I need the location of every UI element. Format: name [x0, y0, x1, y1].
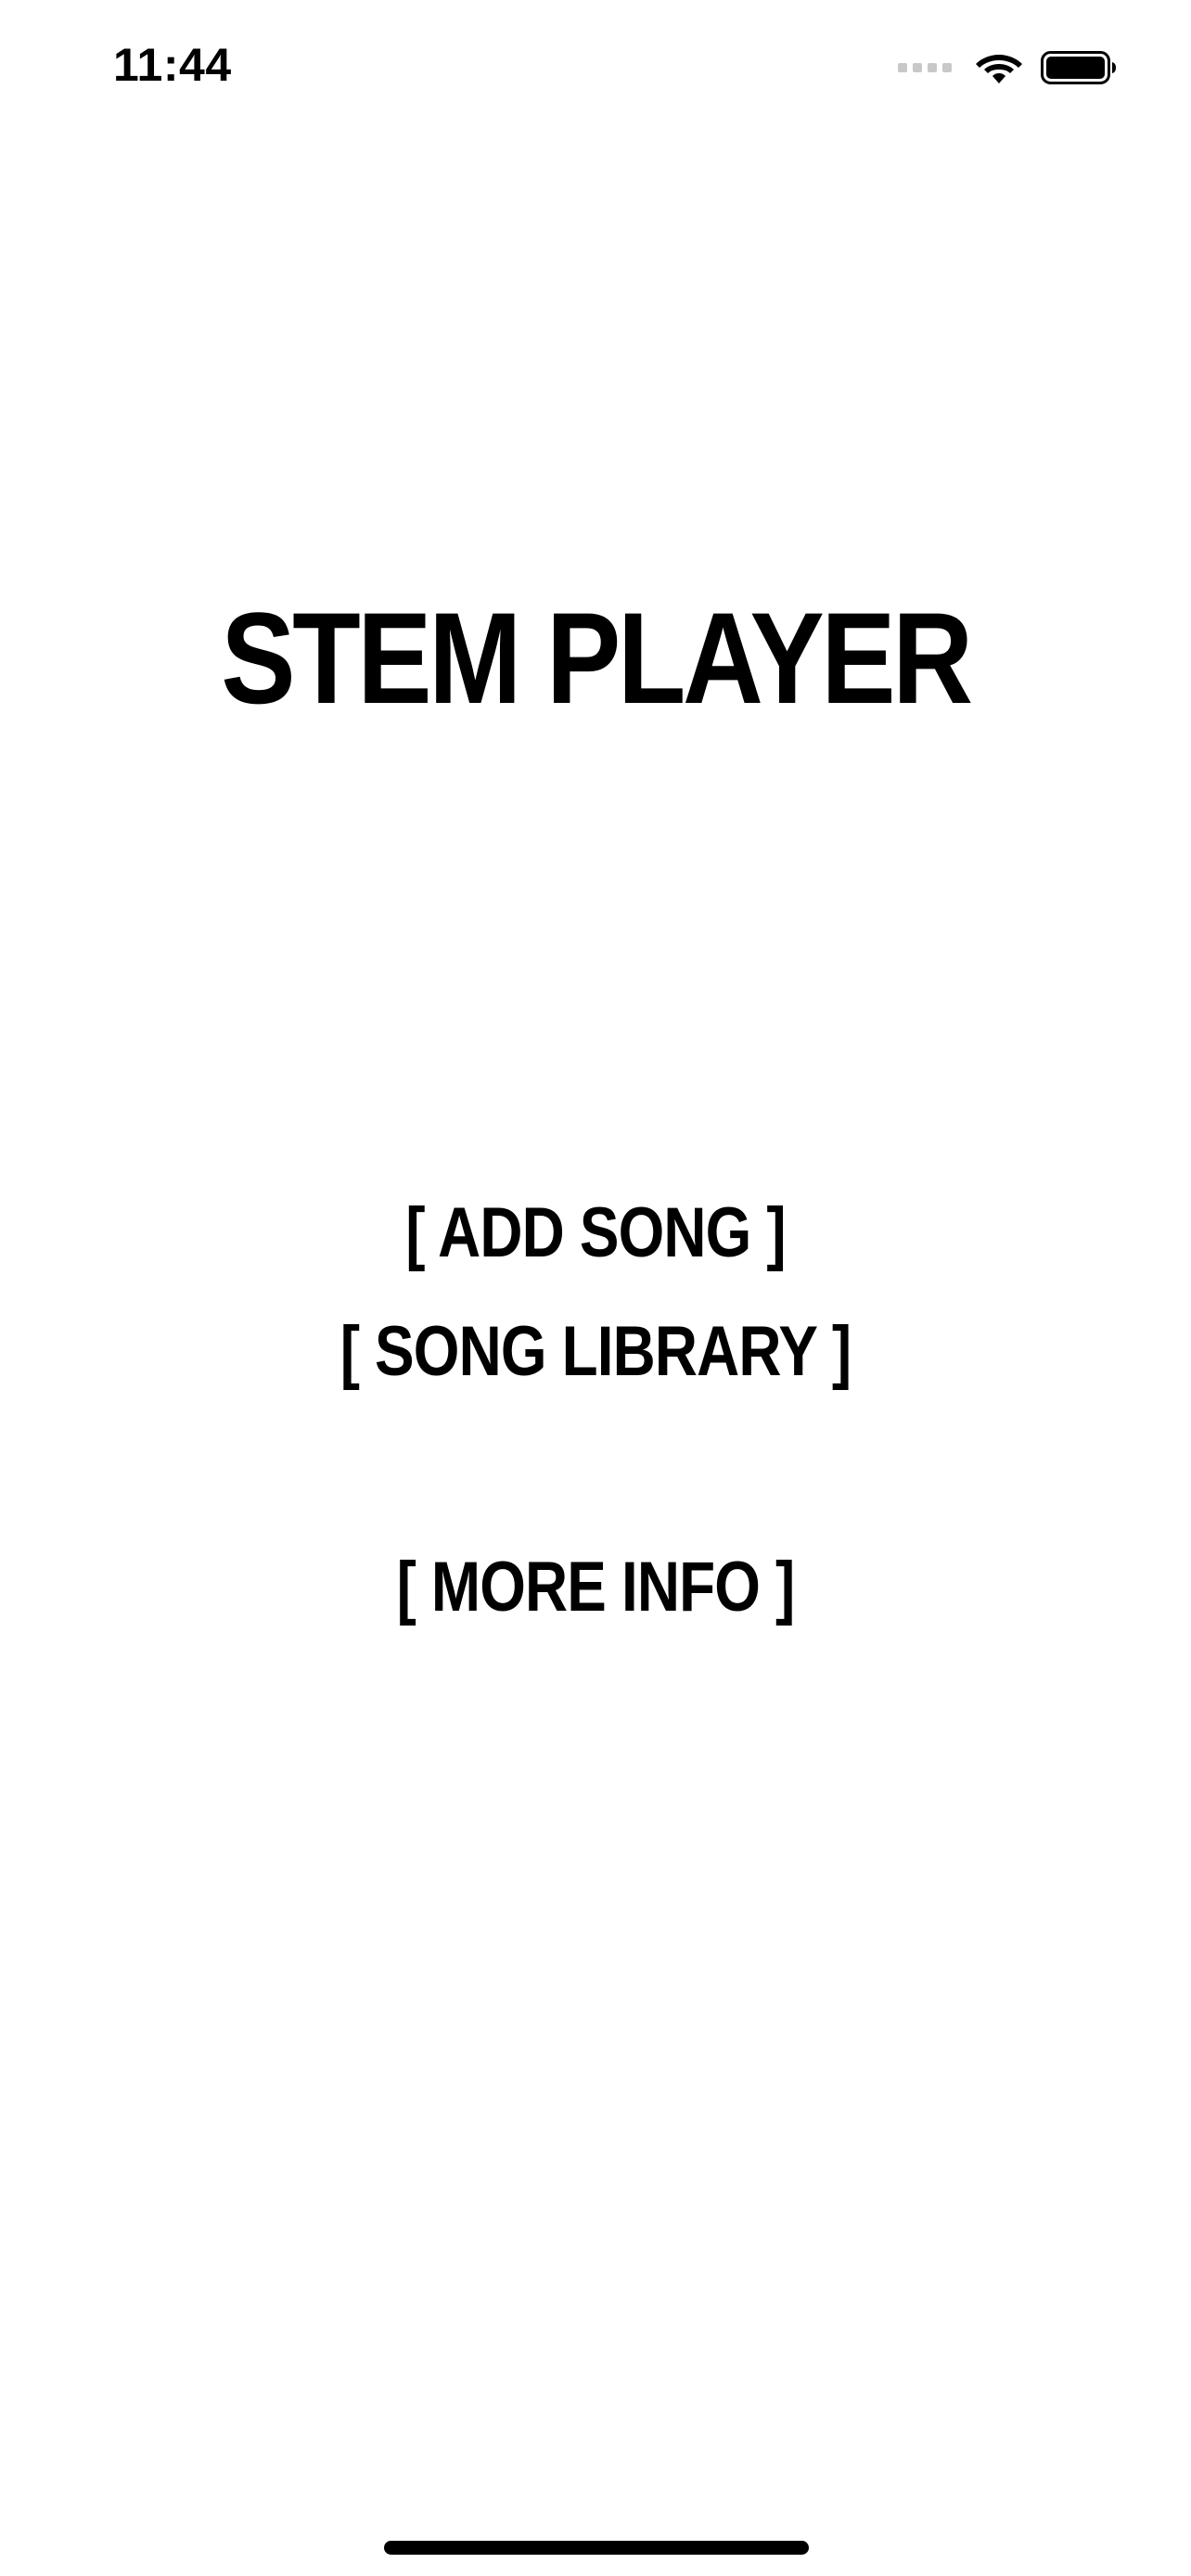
- status-time: 11:44: [113, 39, 232, 91]
- signal-bar: [913, 63, 922, 72]
- more-info-button[interactable]: [ MORE INFO ]: [96, 1546, 1096, 1629]
- signal-bar: [898, 63, 907, 72]
- battery-icon: [1041, 49, 1117, 86]
- song-library-button[interactable]: [ SONG LIBRARY ]: [96, 1310, 1096, 1394]
- home-indicator[interactable]: [384, 2541, 809, 2555]
- status-bar: 11:44: [0, 0, 1191, 139]
- signal-bar: [928, 63, 937, 72]
- status-icons: [898, 45, 1117, 91]
- wifi-icon: [974, 49, 1024, 86]
- app-title: STEM PLAYER: [221, 585, 973, 731]
- signal-bar: [942, 63, 952, 72]
- add-song-button[interactable]: [ ADD SONG ]: [96, 1192, 1096, 1275]
- cellular-signal-icon: [898, 63, 952, 72]
